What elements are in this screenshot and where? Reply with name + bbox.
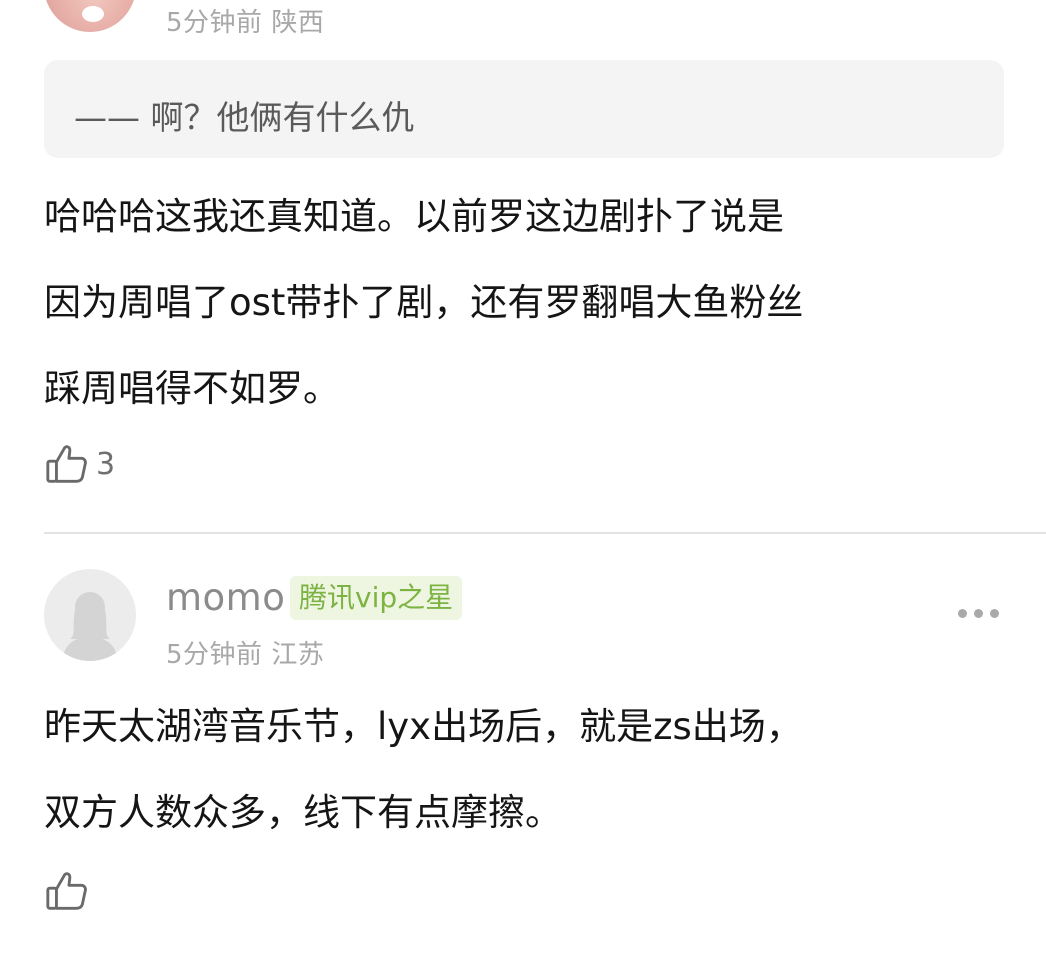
- comment-meta: 5分钟前 陕西: [166, 2, 324, 39]
- more-dot: [958, 609, 967, 618]
- comment-line: 因为周唱了ost带扑了剧，还有罗翻唱大鱼粉丝: [44, 281, 804, 324]
- comment-time: 5分钟前: [166, 640, 263, 670]
- quoted-reply-text: —— 啊？他俩有什么仇: [74, 98, 415, 137]
- quoted-reply[interactable]: —— 啊？他俩有什么仇: [44, 60, 1004, 158]
- thumbs-up-icon: [46, 872, 87, 910]
- thumbs-up-icon: [46, 445, 87, 483]
- comment-time: 5分钟前: [166, 8, 263, 38]
- default-avatar-icon: [62, 592, 118, 661]
- comment-body: 哈哈哈这我还真知道。以前罗这边剧扑了说是 因为周唱了ost带扑了剧，还有罗翻唱大…: [44, 174, 803, 432]
- username[interactable]: momo: [166, 576, 285, 619]
- more-icon[interactable]: [958, 609, 999, 618]
- more-dot: [974, 609, 983, 618]
- divider: [44, 532, 1046, 534]
- comment-location: 陕西: [271, 8, 325, 38]
- avatar[interactable]: [44, 0, 136, 32]
- comment-line: 哈哈哈这我还真知道。以前罗这边剧扑了说是: [44, 195, 784, 238]
- like-button[interactable]: [44, 868, 96, 914]
- comment-location: 江苏: [271, 640, 325, 670]
- comment-line: 昨天太湖湾音乐节，lyx出场后，就是zs出场，: [44, 705, 803, 748]
- like-button[interactable]: 3: [44, 441, 115, 487]
- comment-line: 双方人数众多，线下有点摩擦。: [44, 791, 562, 834]
- avatar[interactable]: [44, 569, 136, 661]
- comment-line: 踩周唱得不如罗。: [44, 367, 340, 410]
- comment-body: 昨天太湖湾音乐节，lyx出场后，就是zs出场， 双方人数众多，线下有点摩擦。: [44, 684, 803, 856]
- comment-meta: 5分钟前 江苏: [166, 634, 324, 671]
- vip-badge: 腾讯vip之星: [290, 576, 463, 620]
- more-dot: [990, 609, 999, 618]
- like-count: 3: [96, 446, 116, 482]
